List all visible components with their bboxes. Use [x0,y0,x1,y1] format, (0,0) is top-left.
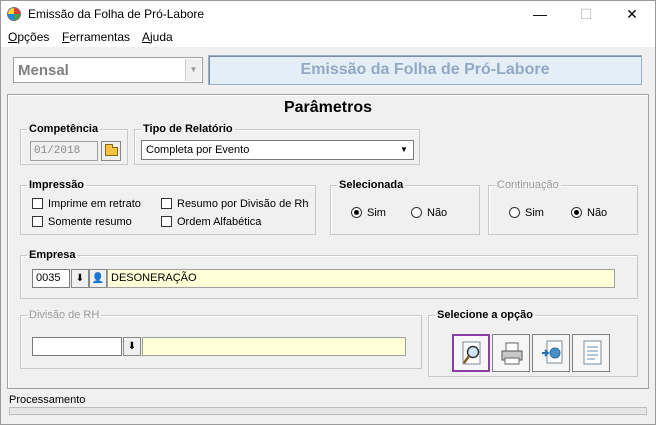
company-search-icon[interactable]: 👤 [89,269,107,288]
checkbox-somente-resumo[interactable]: Somente resumo [32,216,132,230]
export-document-icon [542,340,563,364]
period-select[interactable]: Mensal ▼ [13,57,203,83]
chevron-down-icon[interactable]: ▼ [185,59,201,81]
impressao-legend: Impressão [29,179,85,191]
progress-bar [9,407,647,415]
main-window: Emissão da Folha de Pró-Labore — ☐ ✕ Opç… [0,0,656,425]
checkbox-label: Ordem Alfabética [177,216,262,228]
checkbox-box[interactable] [32,198,43,209]
print-button[interactable] [492,334,530,372]
radio-continuacao-sim[interactable]: Sim [509,207,544,221]
divisao-code-input[interactable] [32,337,122,356]
radio-label: Sim [525,207,544,219]
empresa-name-field: DESONERAÇÃO [107,269,615,288]
period-value: Mensal [18,62,69,79]
radio-circle[interactable] [411,207,422,218]
printer-icon [501,342,523,365]
text-file-button[interactable] [572,334,610,372]
selecione-opcao-group: Selecione a opção [428,309,638,377]
selecionada-legend: Selecionada [339,179,404,191]
close-button[interactable]: ✕ [609,1,655,28]
checkbox-imprime-retrato[interactable]: Imprime em retrato [32,198,141,212]
report-banner: Emissão da Folha de Pró-Labore [208,55,642,85]
radio-continuacao-nao[interactable]: Não [571,207,607,221]
checkbox-box[interactable] [161,198,172,209]
divisao-rh-legend: Divisão de RH [29,309,100,321]
checkbox-label: Somente resumo [48,216,132,228]
status-label: Processamento [9,394,86,406]
menu-bar: Opções Ferramentas Ajuda [1,28,655,47]
tipo-relatorio-select[interactable]: Completa por Evento ▼ [141,140,414,160]
checkbox-label: Resumo por Divisão de Rh [177,198,309,210]
menu-ajuda[interactable]: Ajuda [142,30,173,44]
checkbox-label: Imprime em retrato [48,198,141,210]
app-logo-icon [7,7,21,21]
radio-circle[interactable] [571,207,582,218]
competencia-legend: Competência [29,123,99,135]
menu-opcoes[interactable]: Opções [8,30,49,44]
radio-circle[interactable] [509,207,520,218]
checkbox-box[interactable] [32,216,43,227]
parameters-panel: Parâmetros Competência 01/2018 Tipo de R… [7,94,649,389]
checkbox-ordem-alfabetica[interactable]: Ordem Alfabética [161,216,261,230]
export-button[interactable] [532,334,570,372]
empresa-legend: Empresa [29,249,76,261]
radio-selecionada-sim[interactable]: Sim [351,207,386,221]
banner-title: Emissão da Folha de Pró-Labore [300,61,550,78]
chevron-down-icon[interactable]: ▼ [396,142,412,158]
checkbox-box[interactable] [161,216,172,227]
checkbox-resumo-divisao[interactable]: Resumo por Divisão de Rh [161,198,308,212]
preview-button[interactable] [452,334,490,372]
radio-circle[interactable] [351,207,362,218]
competencia-input[interactable]: 01/2018 [30,141,98,161]
empresa-code-input[interactable]: 0035 [32,269,70,288]
title-bar: Emissão da Folha de Pró-Labore — ☐ ✕ [1,1,655,28]
selecione-opcao-legend: Selecione a opção [437,309,533,321]
tipo-relatorio-value: Completa por Evento [146,144,250,156]
radio-selecionada-nao[interactable]: Não [411,207,447,221]
radio-label: Não [587,207,608,219]
folder-open-icon[interactable] [101,141,121,161]
radio-label: Sim [367,207,386,219]
text-document-icon [583,340,602,365]
minimize-button[interactable]: — [517,1,563,28]
panel-title: Parâmetros [283,99,373,116]
continuacao-legend: Continuação [497,179,559,191]
menu-ferramentas[interactable]: Ferramentas [62,30,130,44]
download-arrow-icon[interactable]: ⬇ [71,269,89,288]
header-band: Mensal ▼ Emissão da Folha de Pró-Labore [9,53,647,89]
radio-label: Não [427,207,448,219]
window-title: Emissão da Folha de Pró-Labore [28,7,205,21]
divisao-name-field [142,337,406,356]
magnifier-preview-icon [462,341,481,365]
maximize-button[interactable]: ☐ [563,1,609,28]
tipo-relatorio-legend: Tipo de Relatório [143,123,233,135]
download-arrow-icon[interactable]: ⬇ [123,337,141,356]
